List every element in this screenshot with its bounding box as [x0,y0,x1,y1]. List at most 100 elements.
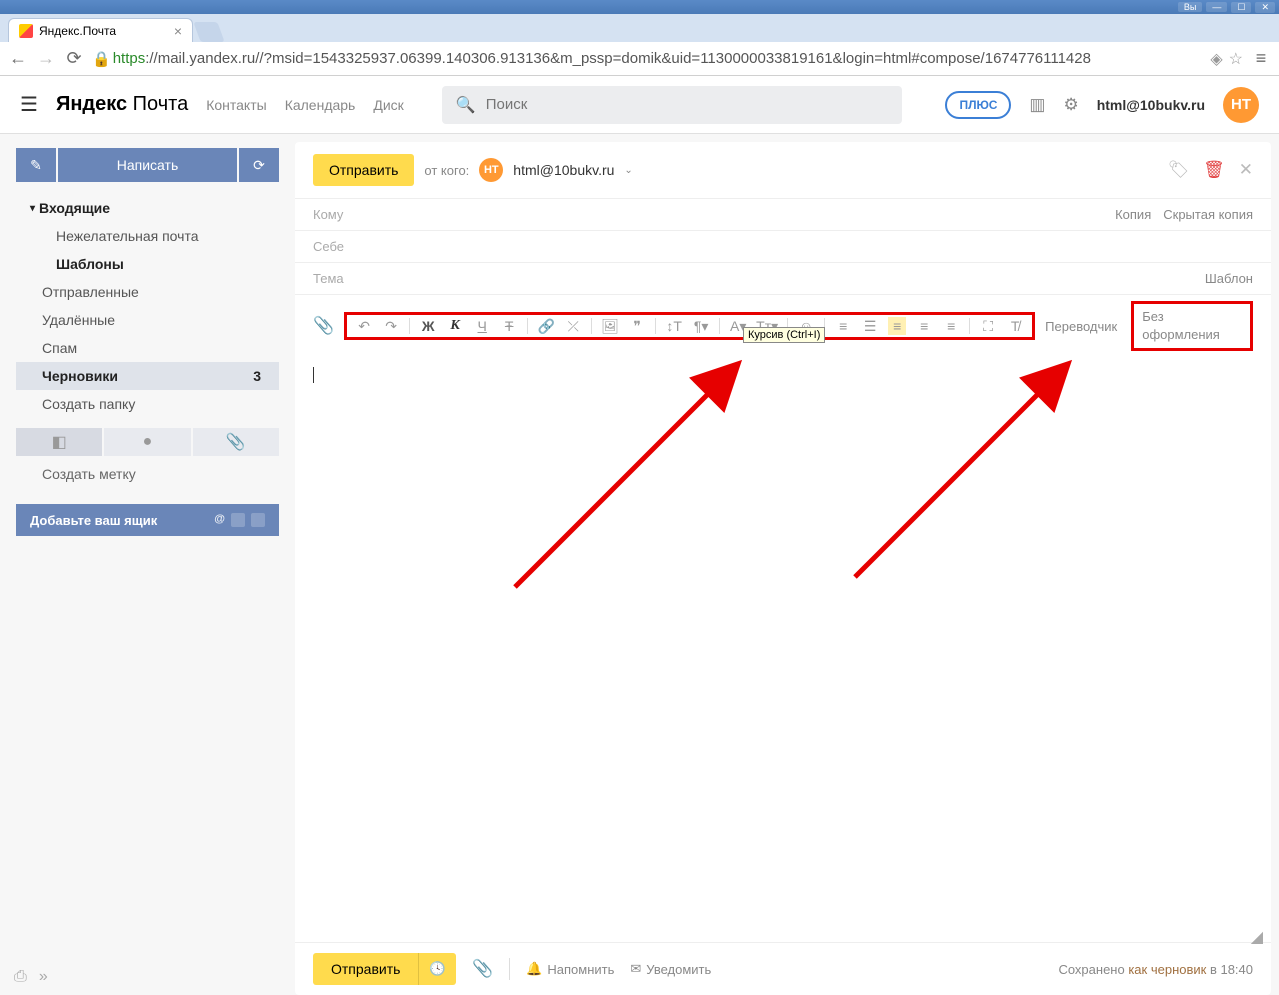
reload-button[interactable]: ⟳ [64,48,84,69]
add-mailbox-button[interactable]: Добавьте ваш ящик @ [16,504,279,536]
send-button[interactable]: Отправить [313,154,414,186]
new-tab-button[interactable] [193,22,224,42]
from-dropdown-icon[interactable]: ⌄ [624,165,632,176]
to-field[interactable]: Кому Копия Скрытая копия [295,198,1271,230]
lineheight-icon[interactable]: ↕T [665,318,683,334]
clear-format-icon[interactable]: T̸ [1006,318,1024,334]
nav-disk[interactable]: Диск [373,97,403,113]
italic-icon[interactable]: К [446,318,464,334]
logo[interactable]: Яндекс Почта [56,93,188,116]
to-label: Кому [313,207,343,222]
plus-button[interactable]: ПЛЮС [945,91,1011,119]
annotation-arrow-1 [495,347,755,607]
services-icon[interactable]: ▥ [1029,95,1045,115]
bookmark-icon[interactable]: ☆ [1229,49,1243,69]
undo-icon[interactable]: ↶ [355,318,373,335]
template-link[interactable]: Шаблон [1205,271,1253,286]
compose-button[interactable]: Написать [58,148,237,182]
image-icon[interactable]: 🖼 [601,318,619,335]
close-tab-icon[interactable]: × [174,23,182,39]
user-menu-button[interactable]: Вы [1178,2,1202,12]
redo-icon[interactable]: ↷ [382,318,400,335]
from-email[interactable]: html@10bukv.ru [513,162,614,178]
expand-icon[interactable]: » [39,968,48,986]
browser-tab[interactable]: Яндекс.Почта × [8,18,193,42]
bold-icon[interactable]: Ж [419,318,437,334]
filter-dot-icon[interactable]: ● [104,428,190,456]
browser-menu-icon[interactable]: ≡ [1251,48,1271,69]
folder-deleted[interactable]: Удалённые [16,306,279,334]
refresh-button[interactable]: ⟳ [239,148,279,182]
drafts-count: 3 [253,368,261,384]
address-bar: ← → ⟳ 🔒 https://mail.yandex.ru//?msid=15… [0,42,1279,76]
unlink-icon[interactable]: ⤫ [564,318,582,335]
editor-body[interactable] [295,357,1271,942]
hamburger-icon[interactable]: ☰ [20,92,38,117]
maximize-button[interactable]: ☐ [1231,2,1251,13]
compose-header: Отправить от кого: НТ html@10bukv.ru ⌄ 🏷… [295,142,1271,198]
close-window-button[interactable]: ✕ [1255,2,1275,13]
settings-icon[interactable]: ⚙ [1063,95,1078,115]
cc-link[interactable]: Копия [1115,207,1151,222]
search-box[interactable]: 🔍 [442,86,902,124]
from-label: от кого: [424,163,469,178]
remind-button[interactable]: 🔔Напомнить [526,961,614,977]
align-right-icon[interactable]: ≡ [942,318,960,334]
no-format-link[interactable]: Без оформления [1142,309,1220,342]
pin-icon[interactable]: ⎙ [14,968,27,986]
create-label[interactable]: Создать метку [16,456,279,492]
fullscreen-icon[interactable]: ⛶ [979,318,997,335]
self-label: Себе [313,239,344,254]
compose-icon-button[interactable]: ✎ [16,148,56,182]
folder-junk[interactable]: Нежелательная почта [16,222,279,250]
link-icon[interactable]: 🔗 [537,318,555,335]
toolbar-row: 📎 ↶ ↷ Ж К Ч Ŧ 🔗 ⤫ 🖼 ❞ ↕T ¶▾ A▾ Tт [295,294,1271,357]
self-field[interactable]: Себе [295,230,1271,262]
bulletlist-icon[interactable]: ☰ [861,318,879,335]
filter-flag-icon[interactable]: ◧ [16,428,102,456]
close-compose-icon[interactable]: ✕ [1239,160,1253,180]
back-button[interactable]: ← [8,48,28,69]
strike-icon[interactable]: Ŧ [500,318,518,334]
minimize-button[interactable]: — [1206,2,1227,12]
window-titlebar: Вы — ☐ ✕ [0,0,1279,14]
notify-button[interactable]: ✉Уведомить [630,961,711,977]
create-folder[interactable]: Создать папку [16,390,279,418]
lock-icon: 🔒 [92,50,111,68]
align-left-icon[interactable]: ≡ [888,317,906,335]
folder-spam[interactable]: Спам [16,334,279,362]
paragraph-icon[interactable]: ¶▾ [692,318,710,335]
nav-calendar[interactable]: Календарь [285,97,356,113]
folder-templates[interactable]: Шаблоны [16,250,279,278]
resize-handle[interactable]: ◢ [1251,927,1263,947]
avatar[interactable]: НТ [1223,87,1259,123]
attach-icon[interactable]: 📎 [313,316,334,336]
numlist-icon[interactable]: ≡ [834,318,852,334]
bell-icon: 🔔 [526,961,542,977]
filter-attach-icon[interactable]: 📎 [193,428,279,456]
draft-link[interactable]: как черновик [1128,962,1206,977]
tab-title: Яндекс.Почта [39,24,116,38]
check-mail-icon: ✉ [630,961,641,977]
extension-icon[interactable]: ◈ [1210,49,1222,69]
align-center-icon[interactable]: ≡ [915,318,933,334]
folder-drafts[interactable]: Черновики 3 [16,362,279,390]
delete-icon[interactable]: 🗑 [1203,160,1225,180]
label-icon[interactable]: 🏷 [1168,160,1190,180]
quote-icon[interactable]: ❞ [628,318,646,335]
send-button-footer[interactable]: Отправить [313,953,418,985]
url-input[interactable]: 🔒 https://mail.yandex.ru//?msid=15433259… [92,50,1202,68]
schedule-send-icon[interactable]: 🕓 [418,953,456,985]
underline-icon[interactable]: Ч [473,318,491,334]
forward-button[interactable]: → [36,48,56,69]
translator-link[interactable]: Переводчик [1045,319,1117,334]
gmail-icon [231,513,245,527]
user-email[interactable]: html@10bukv.ru [1097,97,1205,113]
bcc-link[interactable]: Скрытая копия [1163,207,1253,222]
search-input[interactable] [486,96,888,113]
subject-field[interactable]: Тема Шаблон [295,262,1271,294]
folder-inbox[interactable]: Входящие [16,194,279,222]
nav-contacts[interactable]: Контакты [206,97,266,113]
folder-sent[interactable]: Отправленные [16,278,279,306]
attach-footer-icon[interactable]: 📎 [472,959,493,979]
